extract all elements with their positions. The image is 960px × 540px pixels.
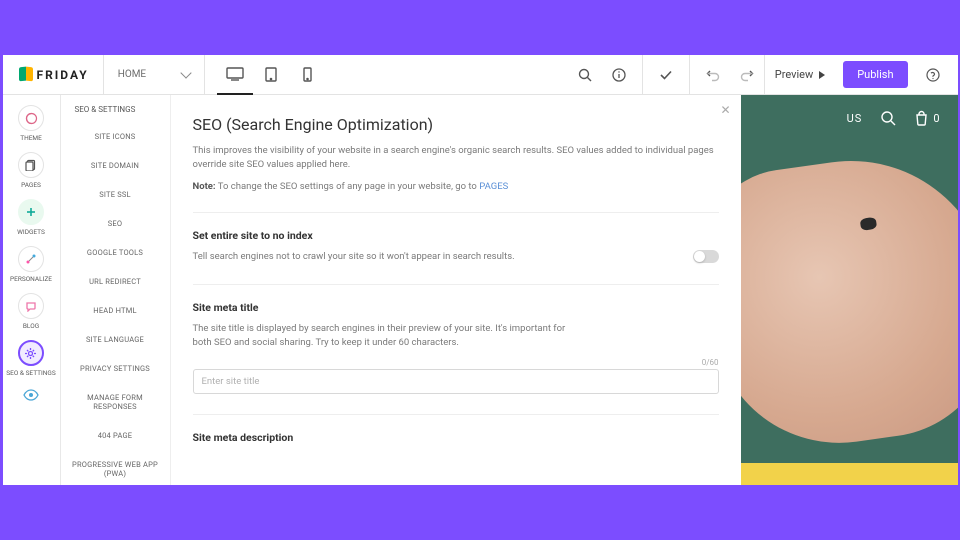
site-preview-image [741, 143, 958, 459]
preview-button[interactable]: Preview [764, 55, 835, 95]
brand-logo-text: FRIDAY [37, 68, 89, 82]
settings-item-site-domain[interactable]: SITE DOMAIN [61, 151, 170, 180]
settings-item-site-ssl[interactable]: SITE SSL [61, 180, 170, 209]
settings-item-pwa[interactable]: PROGRESSIVE WEB APP (PWA) [61, 450, 170, 485]
seo-settings-panel: ✕ 7 SEO (Search Engine Optimization) Thi… [171, 95, 741, 485]
undo-button[interactable] [696, 55, 730, 95]
rail-pages-label: PAGES [21, 181, 41, 189]
settings-item-404-page[interactable]: 404 PAGE [61, 421, 170, 450]
done-checkmark-button[interactable] [649, 55, 683, 95]
publish-button-label: Publish [857, 68, 893, 81]
settings-item-form-responses[interactable]: MANAGE FORM RESPONSES [61, 383, 170, 421]
gear-icon [18, 340, 44, 366]
rail-blog[interactable]: BLOG [18, 293, 44, 330]
panel-note-text: To change the SEO settings of any page i… [216, 181, 480, 192]
settings-sidebar: SEO & SETTINGS SITE ICONS SITE DOMAIN SI… [61, 95, 171, 485]
meta-title-input[interactable] [193, 369, 719, 394]
rail-seo-label: SEO & SETTINGS [6, 369, 55, 377]
redo-button[interactable] [730, 55, 764, 95]
site-preview-header: US 0 [741, 95, 958, 141]
search-icon[interactable] [880, 110, 896, 126]
rail-seo-settings[interactable]: SEO & SETTINGS [6, 340, 55, 377]
eye-icon [23, 389, 39, 401]
site-preview: US 0 [741, 95, 958, 485]
device-mobile-button[interactable] [289, 55, 325, 95]
site-nav-item[interactable]: US [847, 112, 863, 125]
info-button[interactable] [602, 55, 636, 95]
help-button[interactable] [916, 55, 950, 95]
settings-item-seo[interactable]: SEO [61, 209, 170, 238]
editor-topbar: FRIDAY HOME [3, 55, 958, 95]
cart-button[interactable]: 0 [914, 110, 939, 126]
publish-button[interactable]: Publish [843, 61, 907, 88]
panel-note: Note: To change the SEO settings of any … [193, 181, 719, 192]
rail-personalize-label: PERSONALIZE [10, 275, 52, 283]
noindex-subtitle: Tell search engines not to crawl your si… [193, 250, 515, 264]
rail-personalize[interactable]: PERSONALIZE [10, 246, 52, 283]
noindex-toggle[interactable] [693, 250, 719, 263]
panel-heading: SEO (Search Engine Optimization) [193, 115, 719, 134]
rail-pages[interactable]: PAGES [18, 152, 44, 189]
meta-title-heading: Site meta title [193, 301, 719, 314]
settings-item-url-redirect[interactable]: URL REDIRECT [61, 267, 170, 296]
settings-item-google-tools[interactable]: GOOGLE TOOLS [61, 238, 170, 267]
noindex-title: Set entire site to no index [193, 229, 719, 242]
divider [193, 414, 719, 415]
brand-logo-mark [19, 67, 33, 83]
site-preview-strip [741, 463, 958, 485]
device-desktop-button[interactable] [217, 55, 253, 95]
brand-logo[interactable]: FRIDAY [11, 67, 97, 83]
meta-desc-heading: Site meta description [193, 431, 719, 444]
rail-theme[interactable]: THEME [18, 105, 44, 142]
settings-item-head-html[interactable]: HEAD HTML [61, 296, 170, 325]
page-dropdown[interactable]: HOME [110, 69, 198, 80]
editor-left-rail: THEME PAGES WIDGETS PERSONALIZE BLOG SEO… [3, 95, 61, 485]
panel-close-button[interactable]: ✕ [720, 103, 730, 117]
rail-widgets-label: WIDGETS [17, 228, 45, 236]
rail-visibility-toggle[interactable] [23, 389, 39, 401]
plus-icon [18, 199, 44, 225]
divider [193, 284, 719, 285]
rail-theme-label: THEME [20, 134, 42, 142]
chevron-down-icon [180, 67, 191, 78]
rail-blog-label: BLOG [23, 322, 39, 330]
settings-item-site-icons[interactable]: SITE ICONS [61, 122, 170, 151]
cart-count: 0 [933, 112, 939, 125]
panel-note-label: Note: [193, 181, 216, 192]
panel-note-link[interactable]: PAGES [479, 181, 508, 192]
page-dropdown-label: HOME [118, 69, 146, 80]
device-switcher [217, 55, 325, 95]
settings-sidebar-header: SEO & SETTINGS [61, 95, 170, 122]
rail-widgets[interactable]: WIDGETS [17, 199, 45, 236]
device-tablet-button[interactable] [253, 55, 289, 95]
settings-item-privacy[interactable]: PRIVACY SETTINGS [61, 354, 170, 383]
panel-description: This improves the visibility of your web… [193, 144, 719, 173]
meta-title-subtitle: The site title is displayed by search en… [193, 322, 573, 351]
divider [193, 212, 719, 213]
search-button[interactable] [568, 55, 602, 95]
play-icon [819, 71, 825, 79]
meta-title-char-count: 0/60 [193, 358, 719, 367]
settings-item-site-language[interactable]: SITE LANGUAGE [61, 325, 170, 354]
preview-button-label: Preview [775, 68, 813, 81]
bag-icon [914, 110, 929, 126]
